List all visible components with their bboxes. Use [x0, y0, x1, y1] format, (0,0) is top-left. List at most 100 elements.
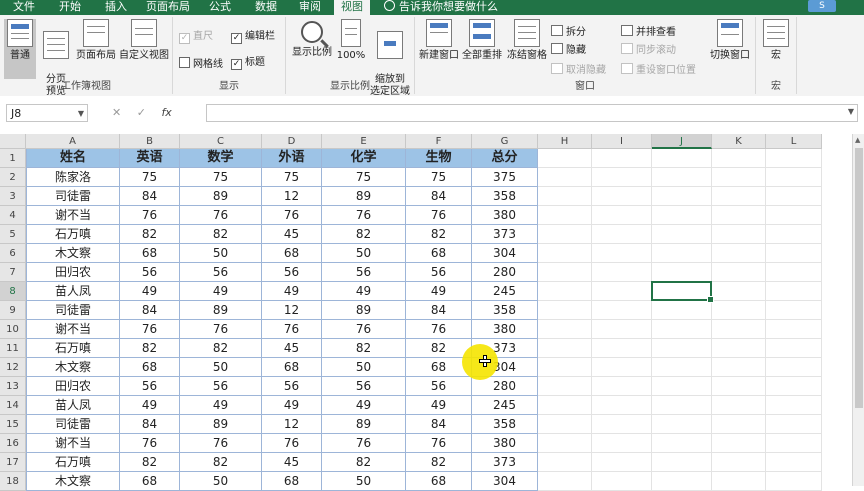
arrange-all-button[interactable]: 全部重排 — [461, 19, 503, 62]
account-badge[interactable]: S — [808, 0, 836, 12]
table-cell[interactable]: 76 — [120, 434, 180, 453]
scroll-thumb[interactable] — [855, 148, 863, 408]
table-cell[interactable]: 45 — [262, 453, 322, 472]
table-cell[interactable]: 76 — [406, 206, 472, 225]
table-cell[interactable]: 89 — [180, 415, 262, 434]
table-cell[interactable]: 84 — [406, 301, 472, 320]
column-header-c[interactable]: C — [180, 134, 262, 149]
table-cell[interactable]: 89 — [180, 301, 262, 320]
table-cell[interactable]: 89 — [322, 301, 406, 320]
table-cell[interactable]: 84 — [120, 301, 180, 320]
row-header[interactable]: 6 — [0, 244, 26, 263]
column-header-j[interactable]: J — [652, 134, 712, 149]
table-cell[interactable]: 358 — [472, 301, 538, 320]
table-cell[interactable]: 12 — [262, 301, 322, 320]
table-cell[interactable]: 谢不当 — [26, 206, 120, 225]
insert-function-icon[interactable]: fx — [161, 106, 171, 119]
table-cell[interactable]: 50 — [180, 244, 262, 263]
table-cell[interactable]: 76 — [262, 320, 322, 339]
table-cell[interactable]: 75 — [322, 168, 406, 187]
table-cell[interactable]: 76 — [120, 206, 180, 225]
table-cell[interactable]: 49 — [120, 282, 180, 301]
table-cell[interactable]: 50 — [322, 244, 406, 263]
table-cell[interactable]: 56 — [180, 377, 262, 396]
table-cell[interactable]: 76 — [262, 434, 322, 453]
table-cell[interactable]: 50 — [322, 358, 406, 377]
table-cell[interactable]: 苗人凤 — [26, 396, 120, 415]
tab-home[interactable]: 开始 — [52, 0, 88, 15]
table-cell[interactable]: 49 — [322, 396, 406, 415]
table-cell[interactable]: 358 — [472, 415, 538, 434]
table-cell[interactable]: 82 — [120, 453, 180, 472]
table-cell[interactable]: 304 — [472, 472, 538, 491]
view-side-by-side-button[interactable]: 并排查看 — [621, 25, 676, 39]
table-cell[interactable]: 375 — [472, 168, 538, 187]
row-header[interactable]: 8 — [0, 282, 26, 301]
table-cell[interactable]: 82 — [406, 225, 472, 244]
name-box[interactable]: J8 ▼ — [6, 104, 88, 122]
table-cell[interactable]: 89 — [322, 415, 406, 434]
table-cell[interactable]: 56 — [322, 377, 406, 396]
headings-checkbox[interactable]: ✓ 标题 — [231, 57, 265, 70]
table-cell[interactable]: 68 — [406, 244, 472, 263]
table-cell[interactable]: 田归农 — [26, 377, 120, 396]
row-header[interactable]: 13 — [0, 377, 26, 396]
table-cell[interactable]: 56 — [120, 263, 180, 282]
table-cell[interactable]: 89 — [322, 187, 406, 206]
tab-review[interactable]: 审阅 — [292, 0, 328, 15]
ruler-checkbox[interactable]: ✓ 直尺 — [179, 31, 213, 44]
switch-windows-button[interactable]: 切换窗口 — [707, 19, 753, 62]
table-cell[interactable]: 49 — [120, 396, 180, 415]
column-header-f[interactable]: F — [406, 134, 472, 149]
table-cell[interactable]: 49 — [262, 396, 322, 415]
table-cell[interactable]: 49 — [406, 282, 472, 301]
column-header-l[interactable]: L — [766, 134, 822, 149]
table-cell[interactable]: 76 — [322, 434, 406, 453]
custom-views-button[interactable]: 自定义视图 — [118, 19, 170, 62]
formula-input[interactable]: ▼ — [206, 104, 858, 122]
table-cell[interactable]: 68 — [120, 244, 180, 263]
tab-file[interactable]: 文件 — [6, 0, 42, 15]
table-cell[interactable]: 75 — [262, 168, 322, 187]
gridlines-checkbox[interactable]: 网格线 — [179, 57, 223, 71]
table-cell[interactable]: 84 — [120, 415, 180, 434]
table-cell[interactable]: 谢不当 — [26, 320, 120, 339]
table-cell[interactable]: 49 — [406, 396, 472, 415]
table-cell[interactable]: 田归农 — [26, 263, 120, 282]
zoom-100-button[interactable]: 100% — [336, 19, 366, 62]
table-cell[interactable]: 45 — [262, 339, 322, 358]
table-cell[interactable]: 68 — [120, 358, 180, 377]
row-header[interactable]: 12 — [0, 358, 26, 377]
table-cell[interactable]: 76 — [180, 320, 262, 339]
table-cell[interactable]: 75 — [406, 168, 472, 187]
table-cell[interactable]: 76 — [406, 320, 472, 339]
tab-view[interactable]: 视图 — [334, 0, 370, 15]
hide-button[interactable]: 隐藏 — [551, 43, 586, 57]
table-cell[interactable]: 49 — [322, 282, 406, 301]
table-cell[interactable]: 82 — [322, 453, 406, 472]
column-header-a[interactable]: A — [26, 134, 120, 149]
tab-data[interactable]: 数据 — [248, 0, 284, 15]
table-cell[interactable]: 82 — [180, 225, 262, 244]
table-cell[interactable]: 380 — [472, 320, 538, 339]
tab-formulas[interactable]: 公式 — [202, 0, 238, 15]
column-header-e[interactable]: E — [322, 134, 406, 149]
table-cell[interactable]: 245 — [472, 282, 538, 301]
table-cell[interactable]: 56 — [262, 377, 322, 396]
table-cell[interactable]: 76 — [322, 206, 406, 225]
table-cell[interactable]: 木文察 — [26, 472, 120, 491]
row-header[interactable]: 4 — [0, 206, 26, 225]
table-cell[interactable]: 司徒雷 — [26, 187, 120, 206]
worksheet-grid[interactable]: A B C D E F G H I J K L 1 2 3 4 5 6 7 8 9 10 11 12 13 14 15 16 17 18 姓… — [0, 134, 852, 491]
table-cell[interactable]: 76 — [180, 206, 262, 225]
table-cell[interactable]: 82 — [322, 225, 406, 244]
table-cell[interactable]: 304 — [472, 244, 538, 263]
zoom-button[interactable]: 显示比例 — [290, 19, 334, 59]
macros-button[interactable]: 宏 — [760, 19, 792, 62]
table-cell[interactable]: 358 — [472, 187, 538, 206]
table-cell[interactable]: 49 — [180, 396, 262, 415]
row-header[interactable]: 2 — [0, 168, 26, 187]
table-cell[interactable]: 司徒雷 — [26, 301, 120, 320]
table-cell[interactable]: 84 — [406, 187, 472, 206]
table-header-cell[interactable]: 化学 — [322, 149, 406, 168]
